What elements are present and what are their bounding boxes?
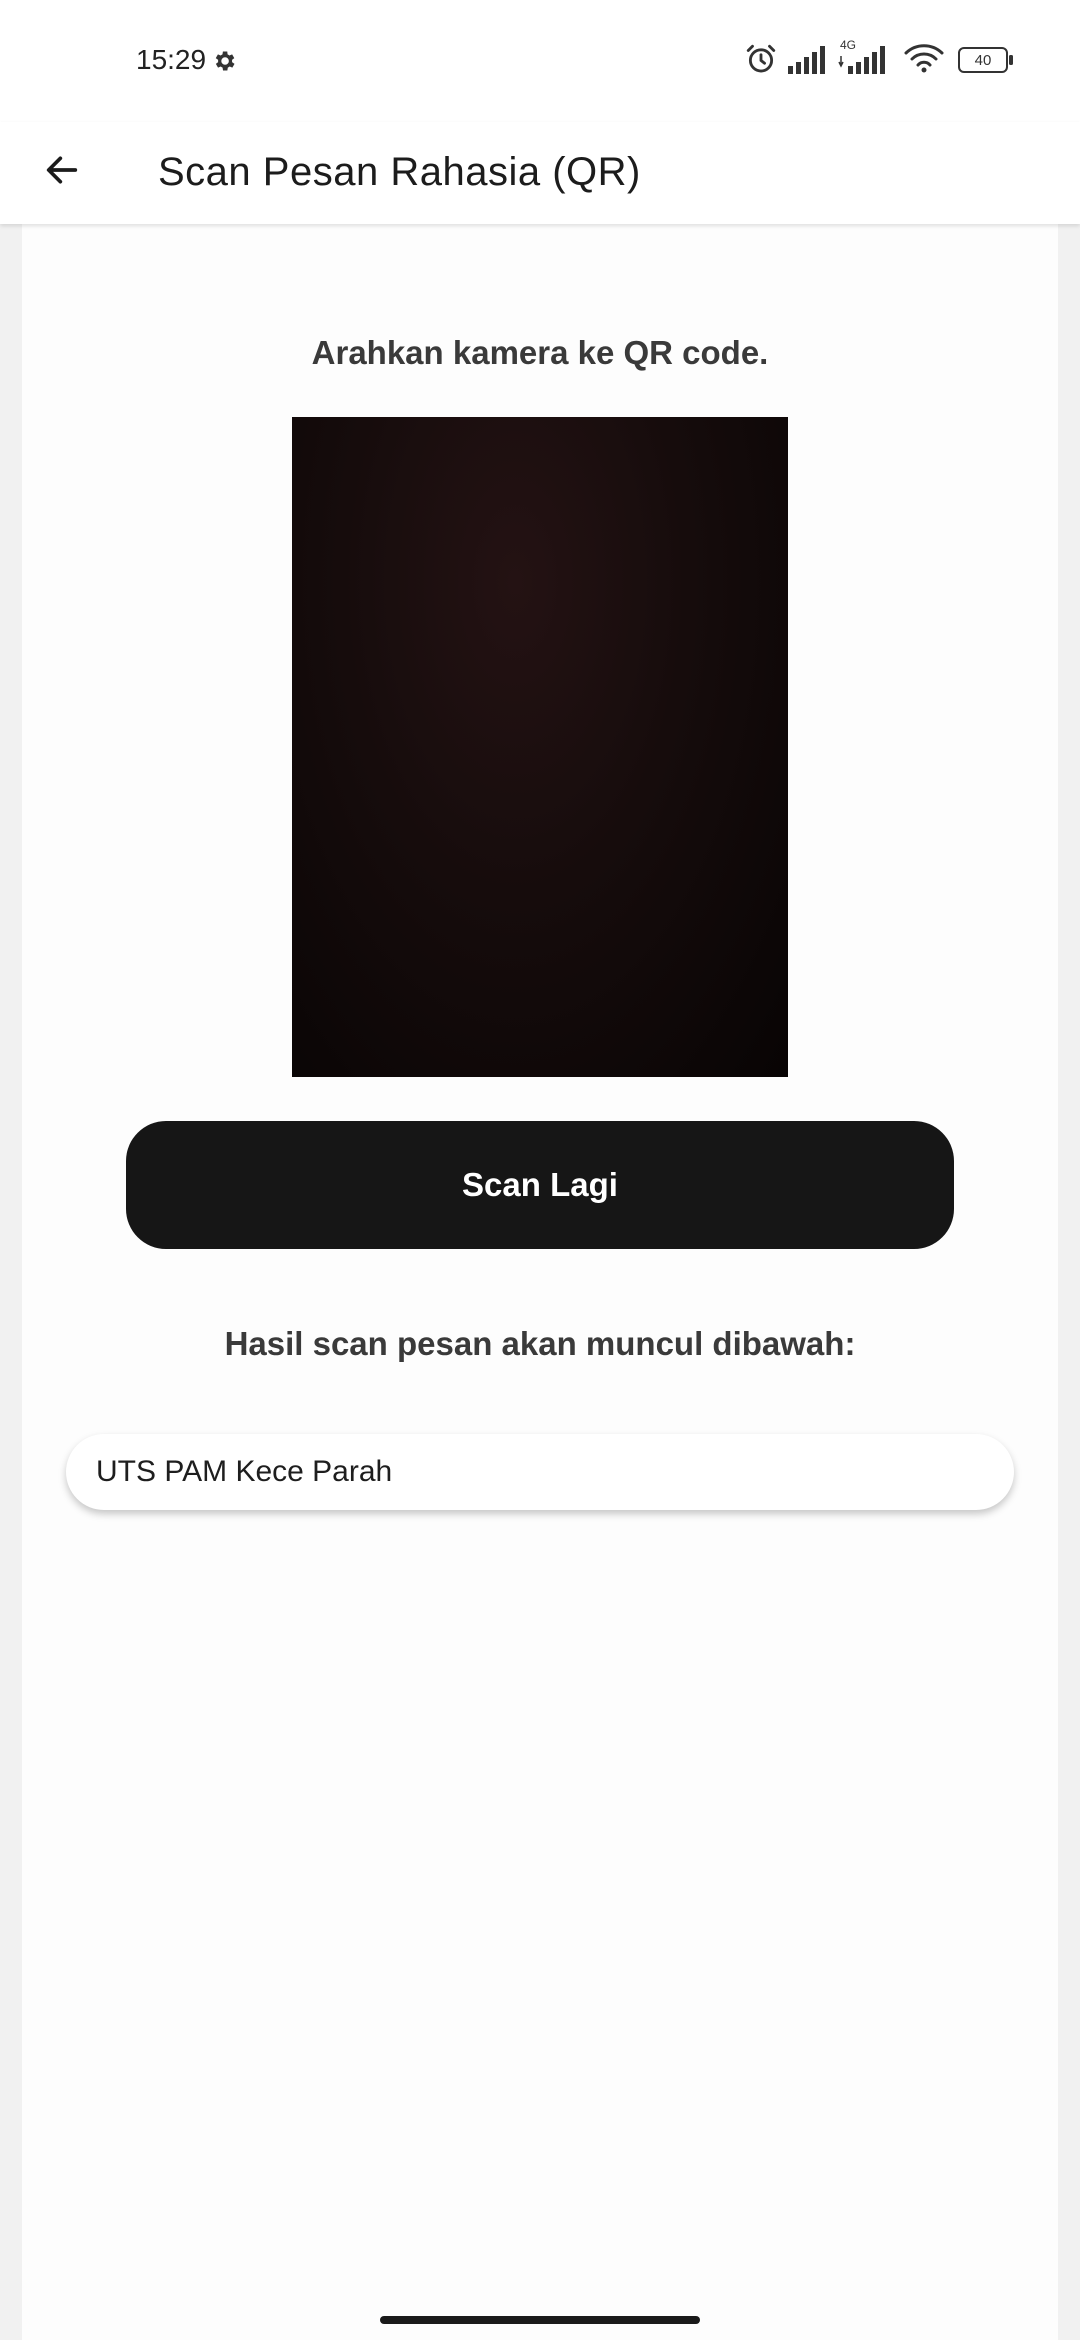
signal-strength-icon <box>788 46 828 79</box>
settings-gear-icon <box>211 48 237 79</box>
status-bar: 15:29 4G 40 <box>0 0 1080 122</box>
scan-content: Arahkan kamera ke QR code. Scan Lagi Has… <box>22 224 1058 2340</box>
page-title: Scan Pesan Rahasia (QR) <box>158 150 641 194</box>
home-indicator[interactable] <box>380 2316 700 2324</box>
scan-again-button[interactable]: Scan Lagi <box>126 1121 954 1249</box>
battery-level-text: 40 <box>975 52 992 69</box>
wifi-icon <box>904 44 944 79</box>
signal-4g-icon: 4G <box>838 38 898 79</box>
status-time: 15:29 <box>136 44 207 75</box>
app-bar: Scan Pesan Rahasia (QR) <box>0 122 1080 224</box>
battery-icon: 40 <box>958 47 1014 78</box>
result-label: Hasil scan pesan akan muncul dibawah: <box>224 1325 856 1362</box>
scan-again-label: Scan Lagi <box>462 1166 618 1203</box>
arrow-back-icon <box>42 150 82 195</box>
camera-instruction: Arahkan kamera ke QR code. <box>311 334 769 371</box>
scan-result-field[interactable]: UTS PAM Kece Parah <box>66 1434 1014 1510</box>
svg-text:4G: 4G <box>840 38 856 52</box>
back-button[interactable] <box>30 140 94 204</box>
scan-result-text: UTS PAM Kece Parah <box>96 1455 393 1488</box>
alarm-icon <box>744 42 778 81</box>
status-icons: 4G 40 <box>744 38 1014 81</box>
camera-preview <box>292 417 788 1077</box>
